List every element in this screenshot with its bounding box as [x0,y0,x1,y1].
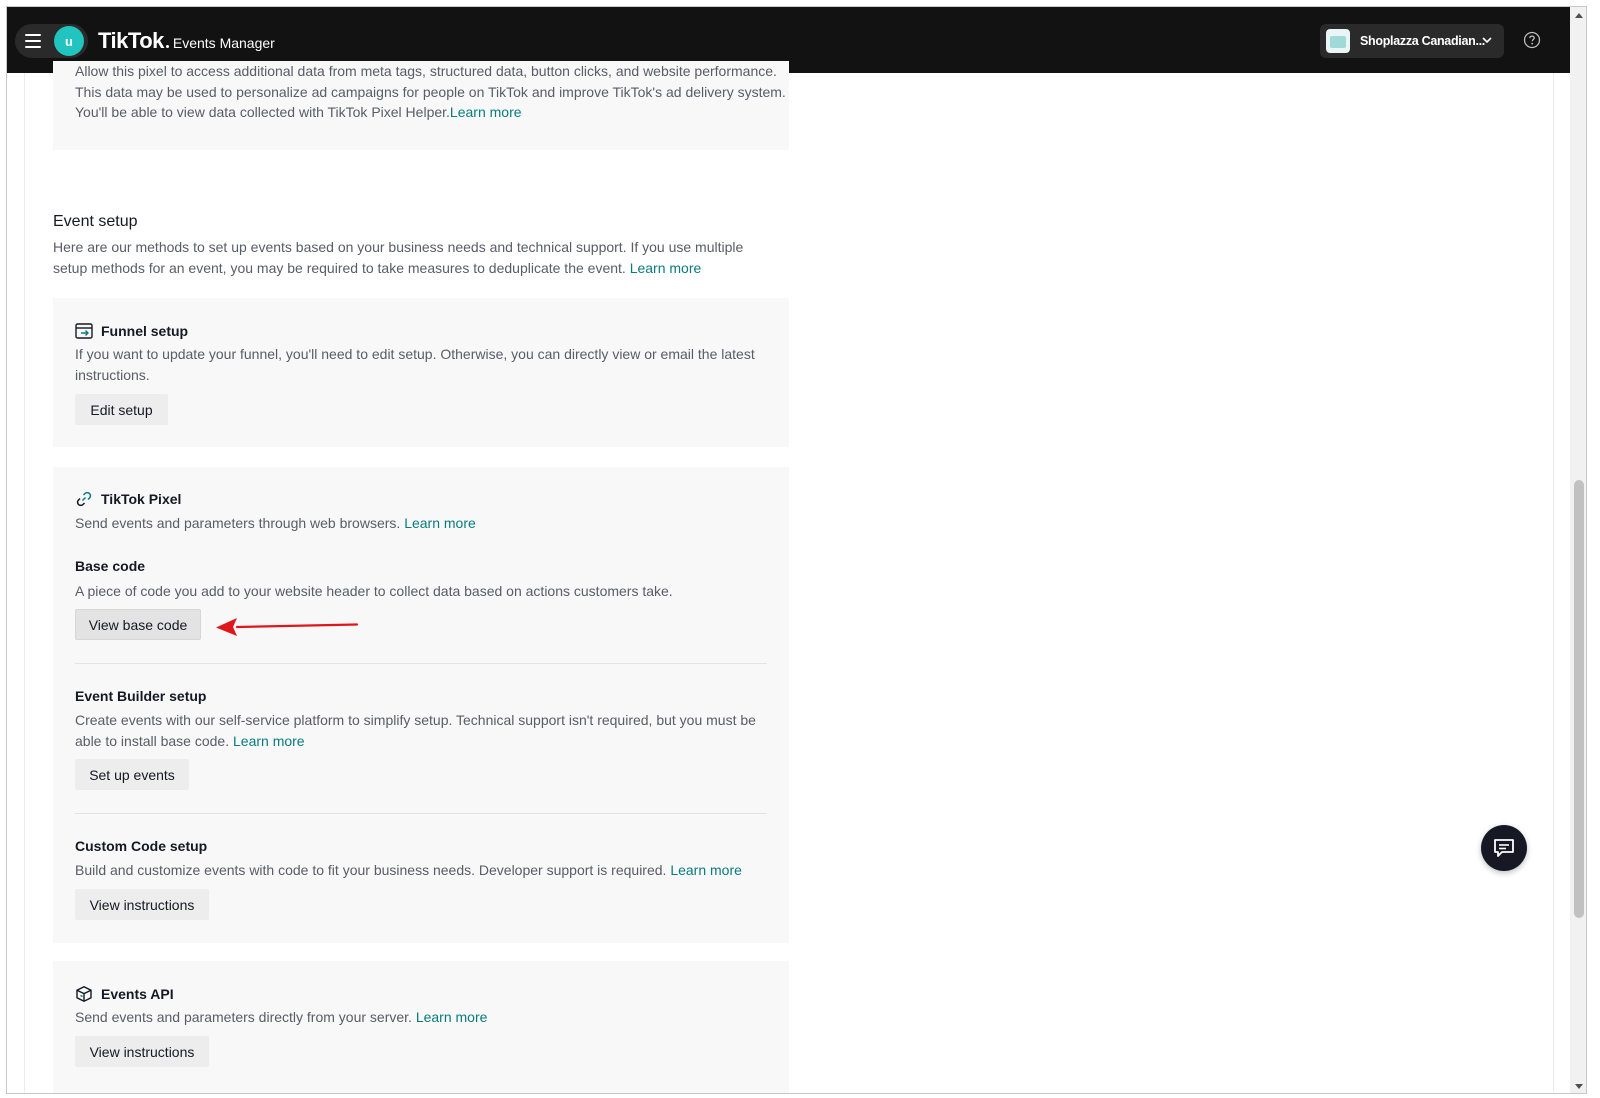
set-up-events-button[interactable]: Set up events [75,759,189,790]
event-builder-title: Event Builder setup [75,688,207,704]
data-sharing-panel: Allow this pixel to access additional da… [53,61,789,150]
edit-setup-button[interactable]: Edit setup [75,394,168,425]
account-switcher[interactable]: Shoplazza Canadian... [1320,24,1504,58]
events-api-learn-more-link[interactable]: Learn more [416,1009,488,1025]
custom-code-description: Build and customize events with code to … [75,862,671,878]
custom-code-view-instructions-button[interactable]: View instructions [75,889,209,920]
brand-separator-dot [165,45,169,48]
page-scrollbar[interactable] [1570,7,1586,1093]
custom-code-title: Custom Code setup [75,838,208,854]
event-setup-title: Event setup [53,213,138,230]
funnel-setup-description: If you want to update your funnel, you'l… [75,346,755,383]
section-divider [75,663,767,664]
events-api-card: Events API Send events and parameters di… [53,961,789,1093]
annotation-arrow-icon [216,618,359,636]
base-code-title: Base code [75,558,146,574]
section-divider [75,813,767,814]
tiktok-pixel-card: TikTok Pixel Send events and parameters … [53,467,789,943]
events-api-description: Send events and parameters directly from… [75,1009,416,1025]
view-base-code-button[interactable]: View base code [75,609,201,640]
account-name: Shoplazza Canadian... [1360,34,1485,48]
chevron-down-icon [1482,37,1492,44]
events-api-view-instructions-button[interactable]: View instructions [75,1036,209,1067]
main-content: Allow this pixel to access additional da… [24,61,1554,1093]
event-builder-description: Create events with our self-service plat… [75,712,756,749]
help-icon[interactable] [1523,31,1541,49]
scrollbar-thumb[interactable] [1574,480,1584,918]
tiktok-pixel-learn-more-link[interactable]: Learn more [404,515,476,531]
browser-viewport: u TikTok Events Manager Shoplazza Canadi… [6,6,1587,1094]
tiktok-events-manager-logo[interactable]: TikTok Events Manager [98,28,275,54]
menu-and-profile-pill[interactable]: u [15,24,88,58]
events-api-title: Events API [101,986,174,1002]
chat-icon [1494,839,1514,857]
data-sharing-text-line2: This data may be used to personalize ad … [75,83,786,100]
data-sharing-text-line1: Allow this pixel to access additional da… [75,63,777,79]
account-logo-icon [1326,29,1350,53]
tiktok-pixel-description: Send events and parameters through web b… [75,515,405,531]
custom-code-learn-more-link[interactable]: Learn more [670,862,742,878]
hamburger-menu-icon[interactable] [25,34,41,48]
tiktok-pixel-title: TikTok Pixel [101,491,182,507]
server-box-icon [76,986,92,1002]
funnel-setup-title: Funnel setup [101,323,189,339]
funnel-setup-icon [75,323,93,339]
pixel-link-icon [76,491,92,507]
chat-support-button[interactable] [1481,825,1527,871]
brand-name: TikTok [98,28,164,53]
data-sharing-text-line3: You'll be able to view data collected wi… [75,104,450,120]
event-setup-learn-more-link[interactable]: Learn more [630,260,702,276]
scroll-down-arrow-icon[interactable] [1575,1084,1583,1089]
event-builder-learn-more-link[interactable]: Learn more [233,733,305,749]
data-sharing-learn-more-link[interactable]: Learn more [450,104,522,120]
funnel-setup-card: Funnel setup If you want to update your … [53,298,789,447]
user-avatar[interactable]: u [54,26,84,56]
product-name: Events Manager [172,35,275,51]
base-code-description: A piece of code you add to your website … [75,583,673,599]
scroll-up-arrow-icon[interactable] [1575,13,1583,18]
